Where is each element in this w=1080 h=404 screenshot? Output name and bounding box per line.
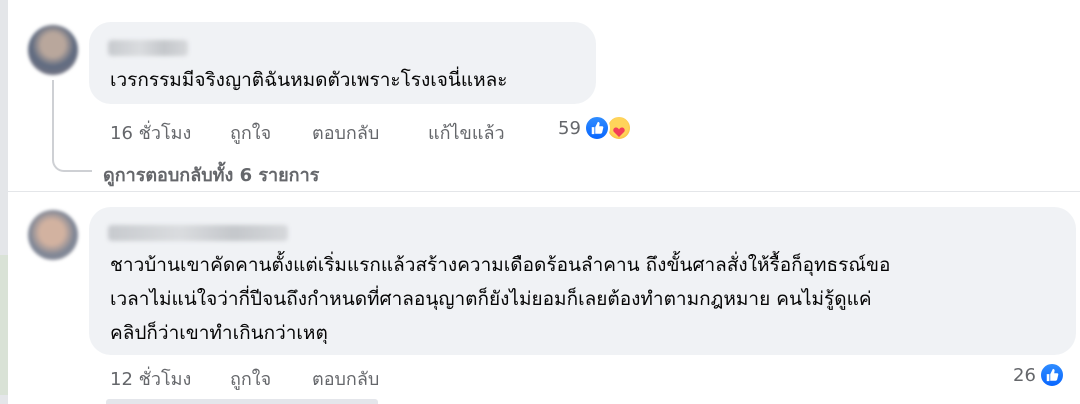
map-thumbnail-edge: [0, 255, 8, 395]
comment-timestamp[interactable]: 16 ชั่วโมง: [110, 118, 191, 147]
like-link[interactable]: ถูกใจ: [230, 118, 271, 147]
comment-text-line: เวลาไม่แน่ใจว่ากี่ปีจนถึงกำหนดที่ศาลอนุญ…: [110, 288, 872, 310]
avatar[interactable]: [28, 25, 78, 75]
comment-text-line: เวรกรรมมีจริงญาติฉันหมดตัวเพราะโรงเจนี่แ…: [110, 69, 508, 91]
comment-text-line: ชาวบ้านเขาคัดคานตั้งแต่เริ่มแรกแล้วสร้าง…: [110, 254, 891, 276]
comment-divider: [0, 191, 1080, 192]
left-panel-edge: [0, 0, 8, 404]
author-name-blurred[interactable]: [108, 225, 288, 241]
comment-text-line: คลิปก็ว่าเขาทำเกินกว่าเหตุ: [110, 322, 328, 344]
reaction-count: 59: [558, 117, 581, 139]
avatar[interactable]: [28, 210, 78, 260]
like-link[interactable]: ถูกใจ: [230, 364, 271, 393]
reply-link[interactable]: ตอบกลับ: [312, 118, 379, 147]
comment-text: เวรกรรมมีจริงญาติฉันหมดตัวเพราะโรงเจนี่แ…: [110, 63, 508, 97]
thread-connector: [52, 80, 92, 172]
author-name-blurred[interactable]: [108, 40, 188, 56]
next-comment-bubble: [106, 399, 378, 404]
reply-link[interactable]: ตอบกลับ: [312, 364, 379, 393]
like-icon: [583, 115, 610, 141]
reaction-summary[interactable]: 59: [558, 115, 632, 141]
comment-text: ชาวบ้านเขาคัดคานตั้งแต่เริ่มแรกแล้วสร้าง…: [110, 248, 890, 350]
comment-timestamp[interactable]: 12 ชั่วโมง: [110, 364, 191, 393]
like-icon: [1038, 362, 1065, 388]
reaction-count: 26: [1013, 364, 1036, 386]
edited-label: แก้ไขแล้ว: [428, 123, 505, 144]
view-replies-link[interactable]: ดูการตอบกลับทั้ง 6 รายการ: [103, 160, 319, 189]
reaction-summary[interactable]: 26: [1013, 362, 1065, 388]
